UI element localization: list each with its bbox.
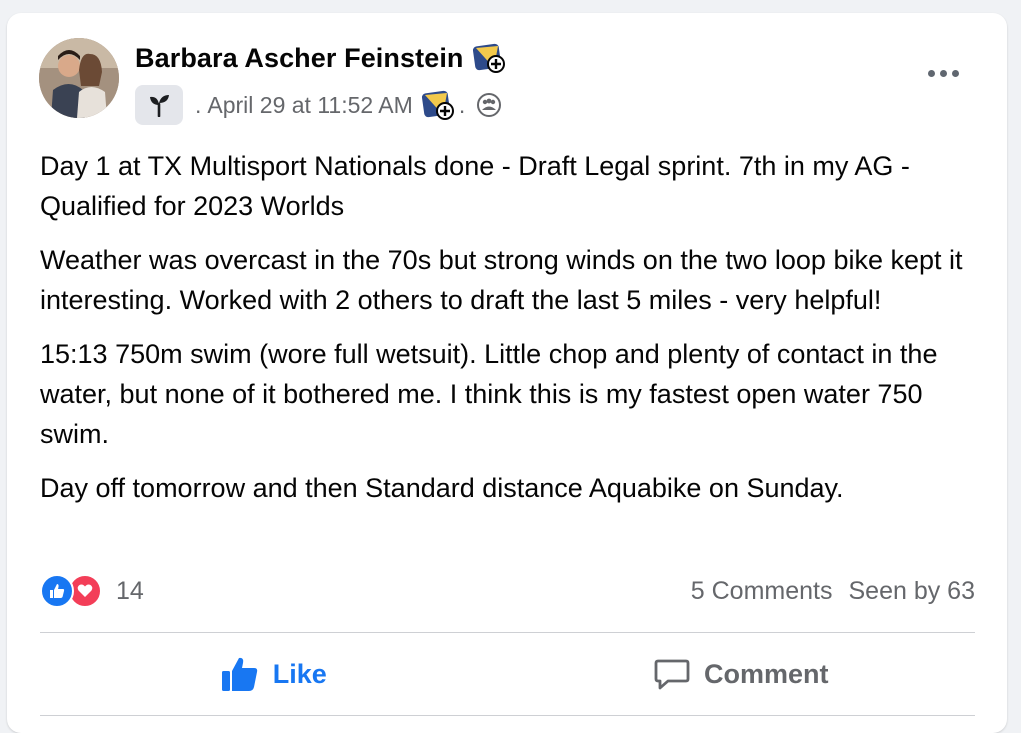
author-row: Barbara Ascher Feinstein xyxy=(135,42,506,74)
thumbs-up-icon xyxy=(40,574,74,608)
divider xyxy=(40,632,975,633)
reaction-count: 14 xyxy=(116,576,144,605)
new-member-badge-icon[interactable] xyxy=(421,89,455,121)
new-member-badge-icon[interactable] xyxy=(472,42,506,74)
group-audience-icon[interactable] xyxy=(477,93,502,117)
speech-bubble-icon xyxy=(654,659,690,690)
avatar[interactable] xyxy=(39,38,119,118)
post-paragraph: Day off tomorrow and then Standard dista… xyxy=(40,473,844,503)
thumbs-up-icon xyxy=(221,657,257,691)
comment-button[interactable]: Comment xyxy=(508,635,976,713)
meta-separator: . xyxy=(458,91,466,118)
sprout-icon[interactable] xyxy=(135,85,183,125)
post-paragraph: Day 1 at TX Multisport Nationals done - … xyxy=(40,151,910,221)
post-body: Day 1 at TX Multisport Nationals done - … xyxy=(40,146,990,522)
post-timestamp[interactable]: April 29 at 11:52 AM xyxy=(207,92,412,119)
reactions-bar: 14 5 Comments Seen by 63 xyxy=(40,571,975,611)
like-label: Like xyxy=(272,658,327,689)
post-meta: . April 29 at 11:52 AM . xyxy=(135,85,502,125)
comment-label: Comment xyxy=(703,658,829,689)
post-actions: Like Comment xyxy=(40,635,975,713)
author-name[interactable]: Barbara Ascher Feinstein xyxy=(135,43,464,74)
engagement-stats: 5 Comments Seen by 63 xyxy=(691,577,975,606)
post-paragraph: Weather was overcast in the 70s but stro… xyxy=(40,245,963,315)
post-paragraph: 15:13 750m swim (wore full wetsuit). Lit… xyxy=(40,339,938,449)
divider xyxy=(40,715,975,716)
seen-by-link[interactable]: Seen by 63 xyxy=(849,577,976,606)
like-button[interactable]: Like xyxy=(40,635,508,713)
more-options-button[interactable] xyxy=(923,59,963,87)
post-card: Barbara Ascher Feinstein . April 29 at 1… xyxy=(7,13,1007,733)
more-options-icon xyxy=(927,69,935,77)
comments-count-link[interactable]: 5 Comments xyxy=(691,577,833,606)
reactions-summary[interactable]: 14 xyxy=(40,574,144,608)
meta-separator: . xyxy=(195,91,202,118)
